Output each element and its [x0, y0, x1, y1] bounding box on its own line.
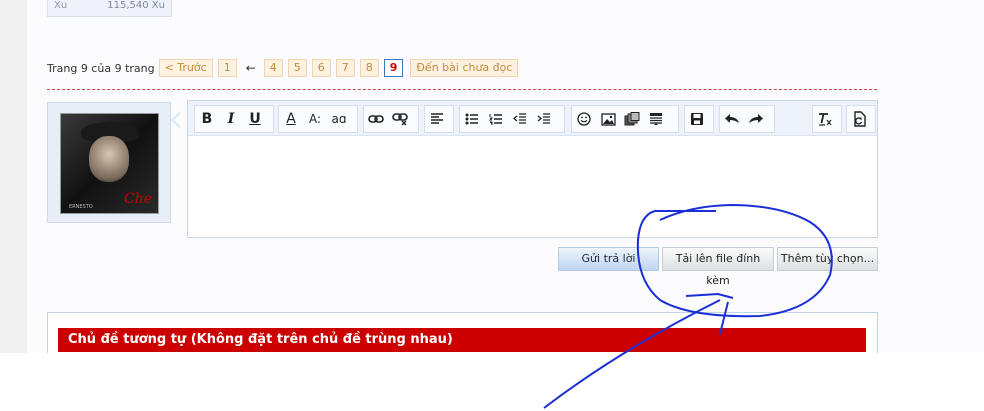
font-color-icon[interactable]: A — [279, 107, 303, 131]
align-icon[interactable] — [425, 107, 449, 131]
similar-threads-title: Chủ đề tương tự (Không đặt trên chủ đề t… — [58, 328, 866, 352]
italic-icon[interactable]: I — [219, 107, 243, 131]
upload-attachment-button[interactable]: Tải lên file đính kèm — [662, 247, 774, 287]
avatar-face — [89, 136, 129, 182]
link-icon[interactable] — [364, 107, 388, 131]
page-link-7[interactable]: 7 — [335, 59, 355, 77]
redo-icon[interactable] — [744, 107, 768, 131]
prev-page-link[interactable]: < Trước — [158, 59, 213, 77]
smiley-icon[interactable] — [572, 107, 596, 131]
underline-icon[interactable]: U — [243, 107, 267, 131]
unread-link[interactable]: Đến bài chưa đọc — [410, 59, 519, 77]
editor-toolbar: B I U A A: aɑ — [188, 101, 877, 136]
page-link-4[interactable]: 4 — [263, 59, 283, 77]
editor-pointer-inner — [173, 113, 181, 127]
jump-arrow-icon[interactable]: ← — [246, 61, 256, 75]
pagination: Trang 9 của 9 trang < Trước 1 ← 4 5 6 7 … — [47, 59, 523, 77]
editor-text-area[interactable] — [188, 136, 877, 237]
list-group — [459, 105, 565, 133]
current-page: 9 — [383, 59, 404, 77]
undo-icon[interactable] — [720, 107, 744, 131]
avatar-signature: Che — [123, 191, 152, 207]
text-style-group: B I U — [194, 105, 274, 133]
bold-icon[interactable]: B — [195, 107, 219, 131]
more-options-button[interactable]: Thêm tùy chọn... — [777, 247, 878, 271]
clear-format-group — [812, 105, 842, 133]
align-group — [424, 105, 454, 133]
source-mode-icon[interactable] — [847, 107, 871, 131]
xu-value: 115,540 Xu — [107, 0, 165, 11]
source-group — [846, 105, 876, 133]
remove-format-icon[interactable] — [813, 107, 837, 131]
numbered-list-icon[interactable] — [484, 107, 508, 131]
page-link-6[interactable]: 6 — [311, 59, 331, 77]
reply-button[interactable]: Gửi trả lời — [558, 247, 659, 271]
section-divider — [47, 89, 877, 90]
bullet-list-icon[interactable] — [460, 107, 484, 131]
image-icon[interactable] — [596, 107, 620, 131]
insert-group — [571, 105, 679, 133]
avatar[interactable]: ERNESTO Che — [60, 113, 159, 214]
unlink-icon[interactable] — [388, 107, 412, 131]
reply-editor[interactable]: B I U A A: aɑ — [187, 100, 878, 238]
user-stats-row: Xu 115,540 Xu — [47, 0, 172, 17]
link-group — [363, 105, 419, 133]
xu-label: Xu — [54, 0, 68, 11]
page-link-8[interactable]: 8 — [359, 59, 379, 77]
page-info: Trang 9 của 9 trang — [47, 61, 155, 75]
quote-icon[interactable] — [644, 107, 668, 131]
media-icon[interactable] — [620, 107, 644, 131]
save-group — [684, 105, 714, 133]
page-link-1[interactable]: 1 — [217, 59, 237, 77]
avatar-frame: ERNESTO Che — [47, 102, 171, 223]
save-icon[interactable] — [685, 107, 709, 131]
history-group — [719, 105, 775, 133]
left-gutter — [0, 0, 27, 353]
page-link-5[interactable]: 5 — [287, 59, 307, 77]
outdent-icon[interactable] — [508, 107, 532, 131]
font-family-icon[interactable]: aɑ — [327, 107, 351, 131]
font-size-icon[interactable]: A: — [303, 107, 327, 131]
avatar-caption: ERNESTO — [69, 204, 93, 210]
font-group: A A: aɑ — [278, 105, 358, 133]
indent-icon[interactable] — [532, 107, 556, 131]
page-bottom-blank — [0, 353, 984, 411]
